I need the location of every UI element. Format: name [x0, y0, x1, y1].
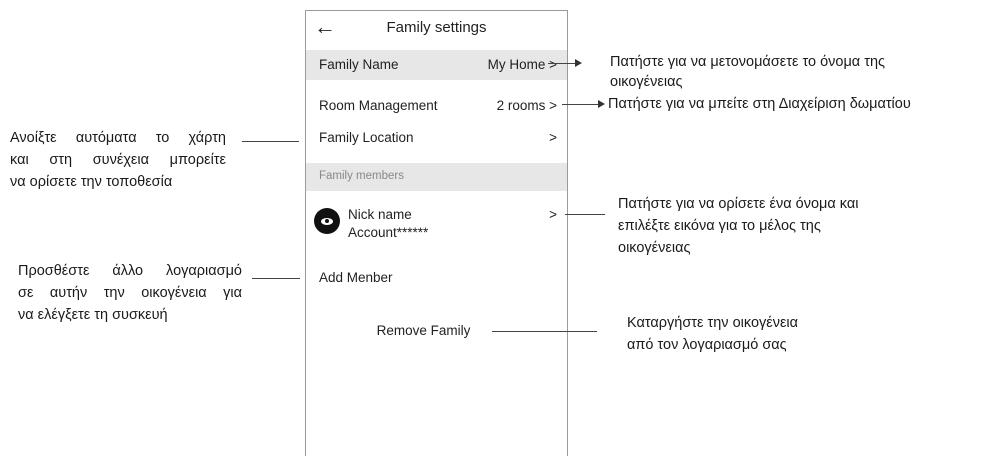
family-members-section: Family members	[306, 163, 567, 191]
family-location-chevron: >	[549, 130, 557, 145]
member-chevron: >	[549, 207, 557, 222]
member-account: Account******	[348, 225, 429, 240]
remove-annotation-line1: Καταργήστε την οικογένεια	[627, 315, 799, 331]
family-name-value: My Home >	[487, 57, 557, 72]
rename-arrow-icon	[575, 59, 582, 67]
rename-annotation-line1: Πατήστε για να μετονομάσετε το όνομα της	[610, 54, 885, 70]
rooms-arrow-icon	[598, 100, 605, 108]
member-annotation-line2: επιλέξτε εικόνα για το μέλος της	[618, 218, 821, 234]
remove-annotation-line2: από τον λογαριασμό σας	[627, 337, 787, 353]
member-annotation-line1: Πατήστε για να ορίσετε ένα όνομα και	[618, 196, 859, 212]
member-nick-name: Nick name	[348, 207, 412, 222]
add-connector	[252, 278, 300, 279]
rename-annotation-line2: οικογένειας	[610, 74, 683, 90]
remove-family-label: Remove Family	[376, 323, 471, 338]
room-management-label: Room Management	[319, 98, 438, 113]
family-name-row[interactable]: Family Name My Home >	[306, 50, 567, 80]
member-row[interactable]: Nick name Account****** >	[306, 203, 567, 249]
location-annotation-line3: να ορίσετε την τοποθεσία	[10, 174, 173, 190]
phone-screen: ← Family settings Family Name My Home > …	[305, 10, 568, 456]
family-location-row[interactable]: Family Location >	[306, 123, 567, 153]
family-name-label: Family Name	[319, 57, 399, 72]
location-connector	[242, 141, 299, 142]
family-location-label: Family Location	[319, 130, 414, 145]
rooms-annotation: Πατήστε για να μπείτε στη Διαχείριση δωμ…	[608, 96, 911, 112]
section-label: Family members	[319, 170, 404, 182]
page-title: Family settings	[386, 19, 487, 36]
rename-connector	[548, 63, 576, 64]
member-annotation-line3: οικογένειας	[618, 240, 691, 256]
room-management-row[interactable]: Room Management 2 rooms >	[306, 91, 567, 121]
add-annotation-line1: Προσθέστε άλλο λογαριασμό	[18, 263, 242, 279]
rooms-connector	[562, 104, 600, 105]
room-management-value: 2 rooms >	[496, 98, 557, 113]
header-bar: ← Family settings	[306, 11, 567, 47]
member-connector	[565, 214, 605, 215]
add-member-button[interactable]: Add Menber	[319, 270, 393, 285]
remove-connector	[492, 331, 597, 332]
location-annotation-line1: Ανοίξτε αυτόματα το χάρτη	[10, 130, 226, 146]
add-annotation-line2: σε αυτήν την οικογένεια για	[18, 285, 242, 301]
eye-avatar-icon	[314, 208, 340, 234]
location-annotation-line2: και στη συνέχεια μπορείτε	[10, 152, 226, 168]
add-annotation-line3: να ελέγξετε τη συσκευή	[18, 307, 168, 323]
